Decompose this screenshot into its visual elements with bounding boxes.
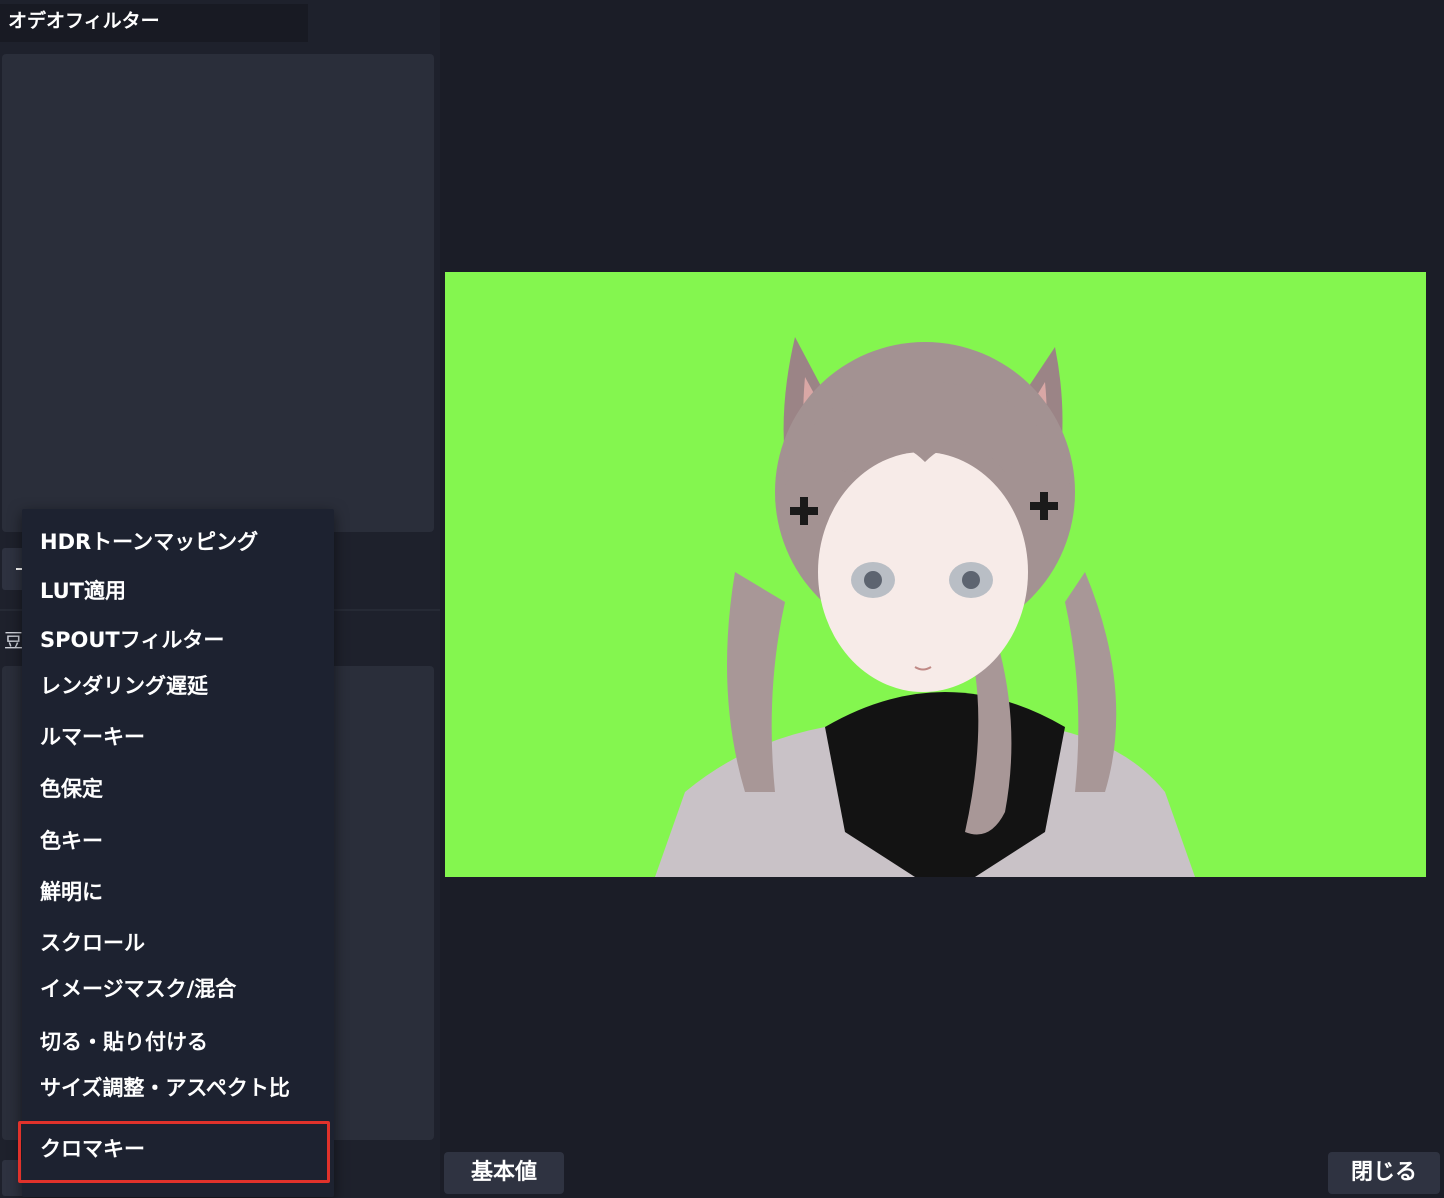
filters-dialog: オデオフィルター 豆 基本値 閉じる HDRトーンマッピング LUT適用 SPO… bbox=[0, 0, 1444, 1198]
add-filter-context-menu: HDRトーンマッピング LUT適用 SPOUTフィルター レンダリング遅延 ルマ… bbox=[22, 509, 334, 1197]
menu-item-color-key[interactable]: 色キー bbox=[40, 827, 103, 855]
menu-item-spout-filter[interactable]: SPOUTフィルター bbox=[40, 626, 224, 654]
chroma-key-highlight-box bbox=[18, 1121, 330, 1183]
menu-item-hdr-tone-mapping[interactable]: HDRトーンマッピング bbox=[40, 528, 258, 556]
menu-item-image-mask-blend[interactable]: イメージマスク/混合 bbox=[40, 975, 236, 1003]
audio-video-filter-list[interactable] bbox=[2, 54, 434, 532]
close-button[interactable]: 閉じる bbox=[1328, 1152, 1440, 1194]
menu-item-luma-key[interactable]: ルマーキー bbox=[40, 723, 145, 751]
vtuber-avatar-image bbox=[655, 337, 1195, 877]
source-preview bbox=[445, 272, 1426, 877]
defaults-button[interactable]: 基本値 bbox=[444, 1152, 564, 1194]
menu-item-apply-lut[interactable]: LUT適用 bbox=[40, 577, 126, 605]
menu-item-color-correction[interactable]: 色保定 bbox=[40, 775, 103, 803]
menu-item-sharpen[interactable]: 鮮明に bbox=[40, 878, 103, 906]
menu-item-scaling-aspect-ratio[interactable]: サイズ調整・アスペクト比 bbox=[40, 1074, 290, 1102]
effect-filters-header: 豆 bbox=[4, 630, 24, 652]
menu-item-scroll[interactable]: スクロール bbox=[40, 929, 145, 957]
menu-item-crop-pad[interactable]: 切る・貼り付ける bbox=[40, 1028, 208, 1056]
menu-item-render-delay[interactable]: レンダリング遅延 bbox=[40, 672, 208, 700]
audio-video-filters-header: オデオフィルター bbox=[0, 4, 308, 42]
